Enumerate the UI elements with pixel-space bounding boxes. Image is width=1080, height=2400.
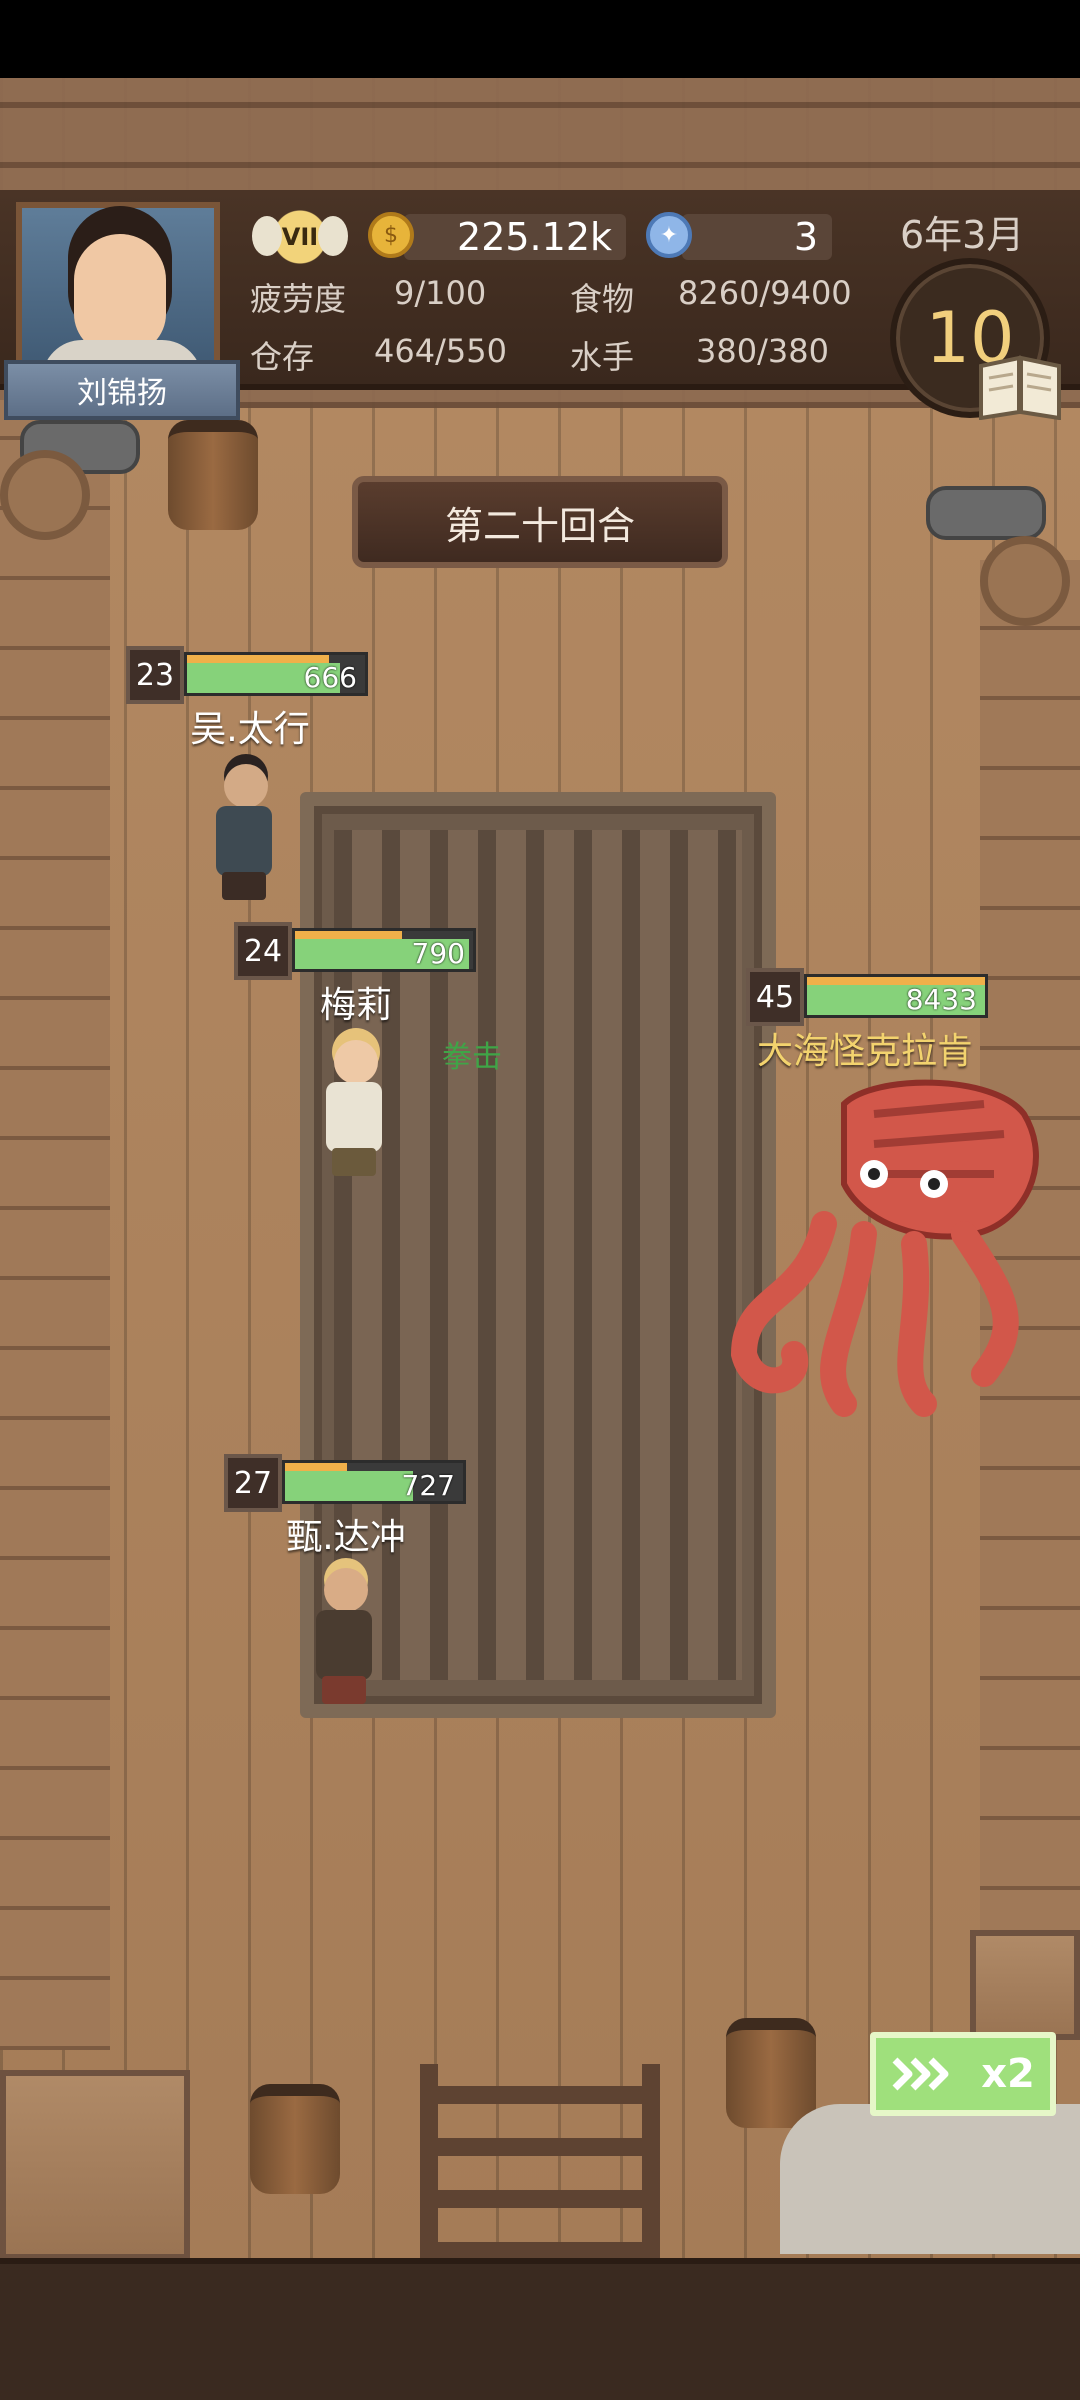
gold-amount: 225.12k bbox=[404, 214, 626, 260]
crate-prop bbox=[970, 1930, 1080, 2040]
unit-status-bar: 27 727 bbox=[224, 1454, 474, 1512]
skill-popup: 拳击 bbox=[442, 1040, 502, 1075]
storage-value: 464/550 bbox=[374, 332, 507, 370]
enemy-hp-value: 8433 bbox=[905, 983, 977, 1016]
book-icon[interactable] bbox=[975, 350, 1065, 420]
captain-portrait[interactable] bbox=[16, 202, 220, 382]
unit-hp-value: 666 bbox=[303, 661, 357, 694]
kraken-sprite[interactable] bbox=[724, 1074, 1054, 1424]
unit-name: 梅莉 bbox=[319, 985, 392, 1026]
crate-prop bbox=[0, 2070, 190, 2260]
cannon-wheel-prop bbox=[980, 536, 1070, 626]
unit-level: 23 bbox=[126, 646, 184, 704]
rank-badge: VII bbox=[252, 202, 348, 272]
enemy-status-bar: 45 8433 bbox=[746, 968, 996, 1026]
speed-x2-button[interactable]: x2 bbox=[870, 2032, 1056, 2116]
captain-name: 刘锦扬 bbox=[4, 360, 240, 420]
status-bar-area bbox=[0, 0, 1080, 78]
unit-level: 24 bbox=[234, 922, 292, 980]
food-label: 食物 bbox=[570, 280, 635, 318]
ship-wall-left bbox=[0, 400, 110, 2050]
unit-name: 吴.太行 bbox=[190, 709, 310, 750]
storage-label: 仓存 bbox=[250, 338, 315, 376]
unit-name: 甄.达冲 bbox=[286, 1517, 406, 1558]
barrel-prop bbox=[168, 420, 258, 530]
sailors-value: 380/380 bbox=[696, 332, 829, 370]
unit-status-bar: 24 790 bbox=[234, 922, 484, 980]
unit-hp-value: 727 bbox=[401, 1469, 455, 1502]
cannon-wheel-prop bbox=[0, 450, 90, 540]
fatigue-value: 9/100 bbox=[394, 274, 487, 312]
unit-hp-fill bbox=[285, 1471, 414, 1501]
sailors-label: 水手 bbox=[570, 338, 635, 376]
speed-label: x2 bbox=[981, 2051, 1035, 2097]
barrel-prop bbox=[726, 2018, 816, 2128]
ladder-prop bbox=[420, 2064, 660, 2260]
bottom-frame bbox=[0, 2258, 1080, 2400]
game-date: 6年3月 bbox=[900, 213, 1025, 257]
unit-status-bar: 23 666 bbox=[126, 646, 376, 704]
gem-amount: 3 bbox=[682, 214, 832, 260]
food-value: 8260/9400 bbox=[678, 274, 852, 312]
barrel-prop bbox=[250, 2084, 340, 2194]
enemy-name: 大海怪克拉肯 bbox=[756, 1031, 973, 1072]
unit-level: 27 bbox=[224, 1454, 282, 1512]
fast-forward-icon bbox=[892, 2057, 949, 2091]
cannon-prop bbox=[926, 486, 1046, 540]
unit-sprite[interactable] bbox=[300, 1568, 390, 1708]
unit-hp-value: 790 bbox=[411, 937, 465, 970]
gem-icon: ✦ bbox=[646, 212, 692, 258]
cloth-prop bbox=[780, 2104, 1080, 2254]
round-banner: 第二十回合 bbox=[352, 476, 728, 568]
unit-sprite[interactable] bbox=[310, 1040, 400, 1180]
fatigue-label: 疲劳度 bbox=[250, 280, 347, 318]
unit-sprite[interactable] bbox=[200, 764, 290, 904]
enemy-level: 45 bbox=[746, 968, 804, 1026]
coin-icon: $ bbox=[368, 212, 414, 258]
